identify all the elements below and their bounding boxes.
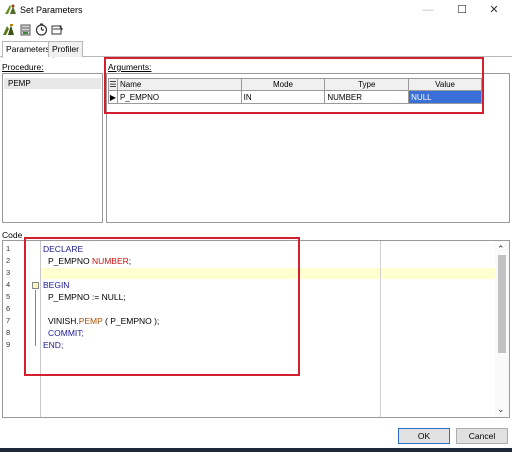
ok-button[interactable]: OK (398, 428, 450, 444)
line-number: 1 (6, 244, 11, 253)
scroll-down-icon[interactable]: ⌄ (497, 404, 505, 415)
line-number: 4 (6, 280, 11, 289)
title-bar: Set Parameters — ☐ ✕ (0, 0, 512, 20)
timer-icon[interactable] (35, 23, 48, 36)
tab-parameters[interactable]: Parameters (2, 41, 54, 58)
line-number: 5 (6, 292, 11, 301)
line-number: 2 (6, 256, 11, 265)
line-number: 9 (6, 340, 11, 349)
set-parameters-icon[interactable] (2, 23, 15, 36)
scroll-up-icon[interactable]: ⌃ (497, 244, 505, 255)
tab-bar: Parameters Profiler (0, 40, 512, 58)
maximize-button[interactable]: ☐ (446, 0, 478, 20)
procedure-item[interactable]: PEMP (4, 78, 101, 89)
database-icon[interactable] (19, 23, 32, 36)
procedure-list[interactable]: PEMP (2, 73, 103, 223)
line-number: 3 (6, 268, 11, 277)
scroll-thumb[interactable] (498, 255, 506, 353)
right-margin-line (380, 241, 381, 417)
code-highlight-box (24, 237, 300, 376)
toolbar (0, 20, 512, 40)
minimize-button[interactable]: — (412, 0, 444, 20)
tab-profiler[interactable]: Profiler (48, 41, 83, 57)
clear-icon[interactable] (51, 23, 64, 36)
close-button[interactable]: ✕ (478, 0, 510, 20)
taskbar-edge (0, 448, 512, 452)
procedure-label: Procedure: (2, 62, 44, 72)
arguments-highlight-box (104, 57, 484, 114)
line-number: 8 (6, 328, 11, 337)
line-number: 6 (6, 304, 11, 313)
cancel-button[interactable]: Cancel (456, 428, 508, 444)
vertical-scrollbar[interactable]: ⌃ ⌄ (495, 241, 509, 417)
window-title: Set Parameters (20, 5, 83, 15)
app-icon (5, 4, 16, 14)
code-label: Code (2, 230, 23, 240)
line-number: 7 (6, 316, 11, 325)
